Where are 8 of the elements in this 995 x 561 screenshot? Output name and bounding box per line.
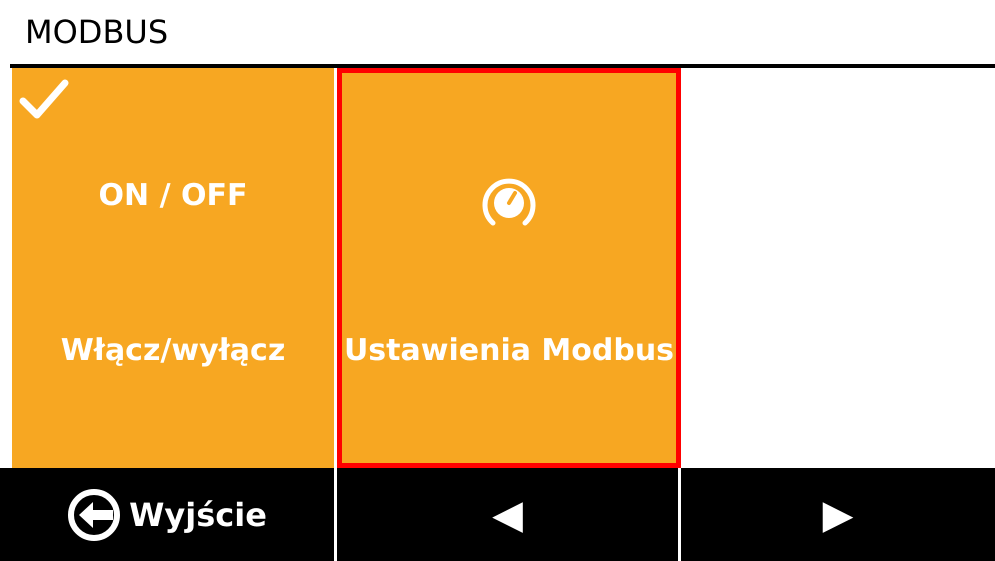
nav-button[interactable]: ▶ <box>681 468 995 561</box>
tile-label: Włącz/wyłącz <box>60 332 286 370</box>
exit-button[interactable]: Wyjście <box>0 468 334 561</box>
tile-label: Ustawienia Modbus <box>344 332 674 370</box>
exit-icon <box>67 488 122 542</box>
page-title: MODBUS <box>25 12 168 53</box>
nav-button[interactable]: ◀ <box>337 468 678 561</box>
tile-value: ON / OFF <box>98 177 248 215</box>
